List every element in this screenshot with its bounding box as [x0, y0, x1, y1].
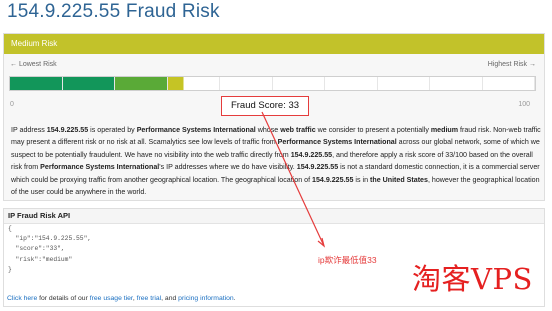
annotation-line [261, 111, 325, 247]
annotation-label: ip欺诈最低值33 [318, 255, 377, 265]
watermark-text: 淘客VPS [412, 262, 533, 296]
